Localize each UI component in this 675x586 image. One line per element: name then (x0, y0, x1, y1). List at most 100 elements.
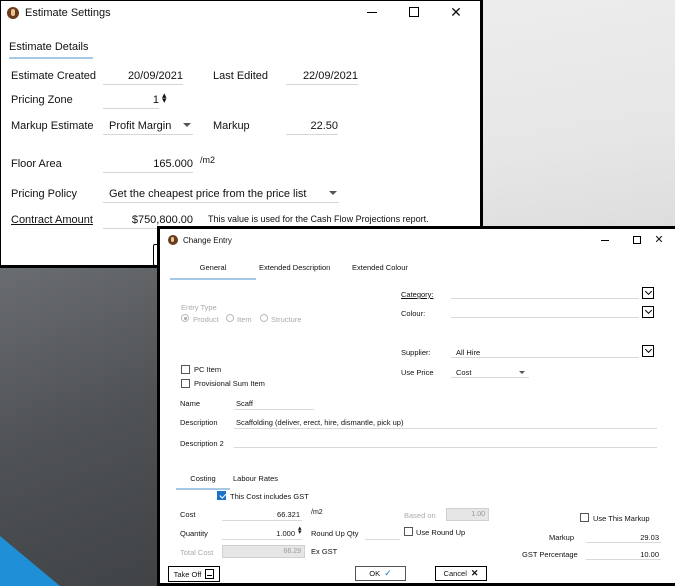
provisional-sum-checkbox[interactable] (181, 379, 190, 388)
change-entry-window: Change Entry ✕ General Extended Descript… (157, 226, 675, 586)
colour-label: Colour: (401, 309, 426, 318)
close-icon: ✕ (654, 233, 664, 246)
pc-item-label: PC Item (194, 365, 222, 374)
floor-area-unit: /m2 (200, 155, 216, 165)
ok-label: OK (369, 569, 381, 578)
desktop-accent (0, 536, 60, 586)
pricing-policy-dropdown[interactable]: Get the cheapest price from the price li… (103, 188, 339, 203)
tab-general[interactable]: General (170, 263, 256, 280)
cost-unit: /m2 (311, 509, 323, 516)
last-edited-field[interactable]: 22/09/2021 (286, 70, 358, 85)
radio-structure[interactable] (260, 314, 268, 322)
quantity-field[interactable]: 1.000 (222, 529, 295, 538)
cancel-button[interactable]: Cancel ✕ (435, 566, 487, 581)
markup-label: Markup (213, 120, 250, 132)
tab-estimate-details[interactable]: Estimate Details (9, 41, 93, 59)
close-icon: ✕ (450, 4, 462, 20)
radio-item[interactable] (226, 314, 234, 322)
minimize-icon (367, 11, 377, 13)
name-underline (234, 409, 314, 410)
gst-percentage-field[interactable]: 10.00 (588, 550, 659, 559)
total-cost-field: 66.29 (222, 545, 305, 558)
markup-estimate-dropdown[interactable]: Profit Margin (103, 120, 193, 135)
tab-costing[interactable]: Costing (176, 474, 230, 490)
category-dropdown-icon[interactable] (642, 287, 654, 299)
round-up-qty-field[interactable] (365, 539, 400, 540)
tab-extended-colour[interactable]: Extended Colour (352, 263, 408, 278)
quantity-spinner-icon[interactable]: ▴ ▾ (298, 525, 302, 536)
provisional-sum-label: Provisional Sum Item (194, 379, 265, 388)
colour-dropdown-icon[interactable] (642, 306, 654, 318)
supplier-underline (451, 357, 639, 358)
markup-label: Markup (549, 533, 575, 542)
pricing-policy-label: Pricing Policy (11, 188, 78, 200)
pricing-zone-field[interactable]: 1 (103, 94, 159, 109)
estimate-created-field[interactable]: 20/09/2021 (103, 70, 183, 85)
description-field[interactable]: Scaffolding (deliver, erect, hire, disma… (236, 418, 403, 427)
chevron-down-icon (519, 371, 525, 374)
checkmark-icon: ✓ (384, 568, 392, 578)
chevron-down-icon (183, 123, 191, 127)
supplier-dropdown-icon[interactable] (642, 345, 654, 357)
take-off-label: Take Off (173, 569, 202, 579)
take-off-button[interactable]: Take Off (168, 566, 220, 582)
name-label: Name (180, 399, 201, 408)
chevron-down-icon (329, 191, 337, 195)
cancel-label: Cancel (443, 569, 467, 578)
markup-field[interactable]: 22.50 (286, 120, 338, 135)
markup-estimate-value: Profit Margin (109, 120, 172, 132)
round-up-qty-label: Round Up Qty (311, 529, 359, 538)
use-round-up-label: Use Round Up (416, 528, 466, 537)
colour-field[interactable] (451, 317, 639, 318)
close-button[interactable]: ✕ (647, 229, 671, 251)
ex-gst-label: Ex GST (311, 547, 338, 556)
app-icon (7, 7, 19, 19)
floor-area-field[interactable]: 165.000 (103, 158, 193, 173)
total-cost-label: Total Cost (180, 548, 214, 557)
close-button[interactable]: ✕ (434, 1, 478, 23)
quantity-label: Quantity (180, 529, 208, 538)
entry-type-label: Entry Type (181, 303, 217, 312)
app-icon (168, 235, 178, 245)
ok-button[interactable]: OK ✓ (355, 566, 406, 581)
use-price-label: Use Price (401, 368, 434, 377)
window-title: Estimate Settings (25, 7, 111, 19)
based-on-label: Based on (404, 511, 436, 520)
radio-structure-label: Structure (271, 315, 302, 324)
floor-area-label: Floor Area (11, 158, 62, 170)
minimize-button[interactable] (585, 229, 625, 251)
pricing-zone-label: Pricing Zone (11, 94, 73, 106)
includes-gst-checkbox[interactable] (217, 491, 226, 500)
minimize-button[interactable] (350, 1, 394, 23)
maximize-icon (409, 7, 419, 17)
radio-product[interactable] (181, 314, 189, 322)
supplier-value[interactable]: All Hire (456, 348, 480, 357)
description-underline (234, 428, 657, 429)
radio-product-label: Product (193, 315, 219, 324)
minimize-icon (601, 239, 609, 241)
radio-item-label: Item (237, 315, 252, 324)
description2-label: Description 2 (180, 439, 224, 448)
window-title: Change Entry (183, 235, 232, 245)
use-this-markup-checkbox[interactable] (580, 513, 589, 522)
close-icon: ✕ (470, 568, 479, 578)
tab-extended-description[interactable]: Extended Description (259, 263, 330, 278)
use-price-dropdown[interactable]: Cost (451, 366, 529, 378)
clipboard-icon (205, 569, 215, 579)
name-field[interactable]: Scaff (236, 399, 253, 408)
markup-field[interactable]: 29.03 (588, 533, 659, 542)
description2-field[interactable] (234, 447, 657, 448)
pricing-policy-value: Get the cheapest price from the price li… (109, 188, 307, 200)
supplier-label: Supplier: (401, 348, 431, 357)
description-label: Description (180, 418, 218, 427)
category-field[interactable] (451, 298, 639, 299)
pc-item-checkbox[interactable] (181, 365, 190, 374)
cost-field[interactable]: 66.321 (222, 510, 300, 519)
contract-amount-note: This value is used for the Cash Flow Pro… (208, 214, 429, 224)
estimate-created-label: Estimate Created (11, 70, 96, 82)
maximize-button[interactable] (392, 1, 436, 23)
use-round-up-checkbox[interactable] (404, 527, 413, 536)
pricing-zone-spinner-icon[interactable]: ▴ ▾ (162, 91, 167, 105)
contract-amount-label: Contract Amount (11, 214, 93, 226)
tab-labour-rates[interactable]: Labour Rates (233, 474, 278, 483)
